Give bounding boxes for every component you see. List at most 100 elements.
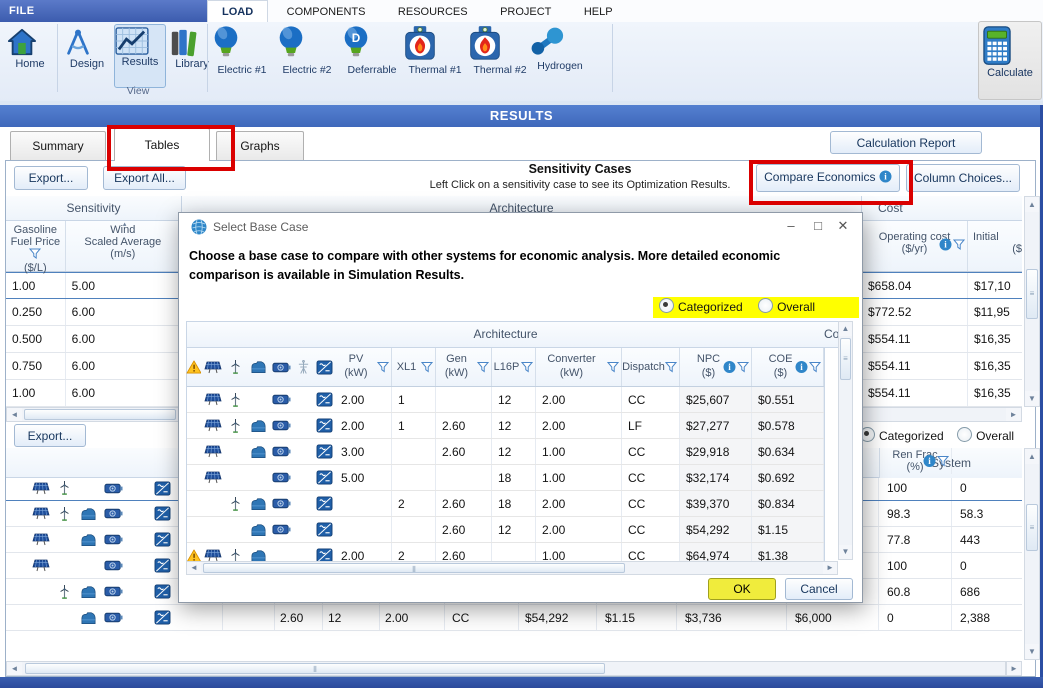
deferrable-load-button[interactable]: D Deferrable	[340, 23, 404, 95]
converter-column-header[interactable]: Converter(kW)	[536, 348, 622, 386]
scroll-up-icon[interactable]: ▲	[1025, 449, 1039, 464]
wind-icon	[228, 392, 243, 408]
scrollbar-thumb[interactable]: ≡	[1026, 269, 1038, 319]
horizontal-scrollbar[interactable]: ◄ ⦀ ►	[186, 561, 838, 575]
categorized-radio[interactable]	[659, 298, 674, 313]
base-case-row[interactable]: 5.00181.00CC$32,174$0.692	[187, 465, 824, 491]
scroll-down-icon[interactable]: ▼	[839, 545, 852, 559]
tab-graphs[interactable]: Graphs	[216, 131, 304, 160]
overall-radio[interactable]	[758, 298, 773, 313]
sensitivity-row[interactable]: 0.2506.00	[6, 299, 181, 326]
scrollbar-thumb[interactable]: ≡	[840, 338, 851, 380]
horizontal-scrollbar[interactable]: ►	[1006, 661, 1022, 676]
horizontal-scrollbar[interactable]: ◄	[6, 407, 182, 422]
scroll-down-icon[interactable]: ▼	[1025, 391, 1039, 406]
base-case-row[interactable]: 22.60182.00CC$39,370$0.834	[187, 491, 824, 517]
sensitivity-cases-title: Sensitivity Cases	[330, 162, 830, 176]
base-case-row[interactable]: 2.0012.60122.00LF$27,277$0.578	[187, 413, 824, 439]
cost-row[interactable]: $772.52$11,95	[862, 299, 1022, 326]
maximize-icon[interactable]: □	[807, 218, 829, 233]
results-button[interactable]: Results	[114, 24, 166, 88]
xl1-column-header[interactable]: XL1	[392, 348, 436, 386]
scroll-up-icon[interactable]: ▲	[1025, 197, 1039, 212]
scroll-left-icon[interactable]: ◄	[7, 408, 22, 421]
dialog-title-bar[interactable]: Select Base Case – □ ✕	[179, 213, 862, 241]
filter-icon[interactable]	[29, 250, 41, 262]
design-button[interactable]: Design	[62, 24, 112, 88]
scrollbar-thumb[interactable]: ⦀	[25, 663, 605, 674]
wind-scaled-average-column-header[interactable]: ▴ Wind Scaled Average (m/s)	[66, 221, 181, 271]
home-button[interactable]: Home	[6, 24, 54, 88]
cost-row[interactable]: $554.11$16,35	[862, 326, 1022, 353]
scrollbar-thumb[interactable]: ⦀	[203, 563, 625, 573]
calculation-report-button[interactable]: Calculation Report	[830, 131, 982, 154]
sensitivity-row[interactable]: 0.5006.00	[6, 326, 181, 353]
ribbon-tab-components[interactable]: COMPONENTS	[273, 1, 380, 23]
base-case-row[interactable]: 2.001122.00CC$25,607$0.551	[187, 387, 824, 413]
ribbon-tab-load[interactable]: LOAD	[207, 0, 268, 22]
l16p-column-header[interactable]: L16P	[492, 348, 536, 386]
scroll-down-icon[interactable]: ▼	[1025, 644, 1039, 659]
close-icon[interactable]: ✕	[832, 218, 854, 234]
sensitivity-row[interactable]: 1.005.00	[6, 272, 181, 299]
ok-button[interactable]: OK	[708, 578, 776, 600]
tab-tables[interactable]: Tables	[114, 128, 210, 161]
scroll-left-icon[interactable]: ◄	[187, 562, 201, 574]
scroll-left-icon[interactable]: ◄	[7, 662, 22, 675]
info-icon[interactable]: i	[939, 238, 952, 254]
scroll-up-icon[interactable]: ▲	[839, 322, 852, 336]
compare-economics-button[interactable]: Compare Economics i	[756, 164, 900, 192]
electric2-load-button[interactable]: Electric #2	[275, 23, 339, 95]
gasoline-fuel-price-column-header[interactable]: Gasoline Fuel Price ($/L)	[6, 221, 66, 271]
file-menu[interactable]: FILE	[0, 0, 207, 22]
sensitivity-row[interactable]: 1.006.00	[6, 380, 181, 407]
column-choices-button[interactable]: Column Choices...	[906, 164, 1020, 192]
coe-column-header[interactable]: COE($)i	[752, 348, 824, 386]
scroll-right-icon[interactable]: ►	[1007, 662, 1021, 675]
converter-icon	[316, 522, 333, 537]
initial-capital-column-header[interactable]: Initial ($	[968, 221, 1022, 271]
base-case-row[interactable]: 3.002.60121.00CC$29,918$0.634	[187, 439, 824, 465]
gen-column-header[interactable]: Gen(kW)	[436, 348, 492, 386]
ribbon-tab-project[interactable]: PROJECT	[486, 1, 565, 23]
pv-icon	[204, 444, 222, 459]
dispatch-column-header[interactable]: Dispatch	[622, 348, 680, 386]
cost-row[interactable]: $554.11$16,35	[862, 380, 1022, 407]
library-button[interactable]: Library	[168, 24, 216, 88]
vertical-scrollbar[interactable]: ▲ ≡ ▼	[1024, 448, 1040, 660]
select-base-case-dialog: Select Base Case – □ ✕ Choose a base cas…	[178, 212, 863, 603]
overall-radio[interactable]	[957, 427, 972, 442]
scrollbar-thumb[interactable]	[24, 409, 176, 420]
npc-column-header[interactable]: NPC($)i	[680, 348, 752, 386]
scroll-right-icon[interactable]: ►	[1006, 408, 1021, 421]
hydrogen-load-button[interactable]: Hydrogen	[528, 23, 592, 95]
thermal1-load-button[interactable]: Thermal #1	[403, 23, 467, 95]
pv-icon	[32, 481, 50, 496]
vertical-scrollbar[interactable]: ▲ ≡ ▼	[838, 321, 853, 560]
horizontal-scrollbar[interactable]: ►	[862, 407, 1022, 422]
cost-row[interactable]: $554.11$16,35	[862, 353, 1022, 380]
ribbon-tab-resources[interactable]: RESOURCES	[384, 1, 482, 23]
scroll-right-icon[interactable]: ►	[823, 562, 837, 574]
sensitivity-row[interactable]: 0.7506.00	[6, 353, 181, 380]
export-button[interactable]: Export...	[14, 166, 88, 190]
thermal2-load-button[interactable]: Thermal #2	[468, 23, 532, 95]
minimize-icon[interactable]: –	[780, 218, 802, 233]
export-all-button[interactable]: Export All...	[103, 166, 186, 190]
scrollbar-thumb[interactable]: ≡	[1026, 504, 1038, 551]
filter-icon[interactable]	[953, 239, 965, 253]
ribbon-tab-help[interactable]: HELP	[570, 1, 627, 23]
export-button-optimization[interactable]: Export...	[14, 424, 86, 447]
horizontal-scrollbar[interactable]: ◄ ⦀	[6, 661, 1006, 676]
calculate-button[interactable]: Calculate	[978, 21, 1042, 100]
tab-summary[interactable]: Summary	[10, 131, 106, 160]
base-case-row[interactable]: 2.60122.00CC$54,292$1.15	[187, 517, 824, 543]
electric1-load-button[interactable]: Electric #1	[210, 23, 274, 95]
ren-frac-column-header[interactable]: Ren Frac(%)i	[879, 448, 952, 474]
pv-column-header[interactable]: PV(kW)	[335, 348, 392, 386]
vertical-scrollbar[interactable]: ▲ ≡ ▼	[1024, 196, 1040, 407]
cancel-button[interactable]: Cancel	[785, 578, 853, 600]
cost-row[interactable]: $658.04$17,10	[862, 272, 1022, 299]
operating-cost-column-header[interactable]: Operating cost ($/yr) i	[862, 221, 968, 271]
optimization-row[interactable]: 2.60122.00CC$54,292$1.15$3,736$6,00002,3…	[6, 605, 1022, 631]
